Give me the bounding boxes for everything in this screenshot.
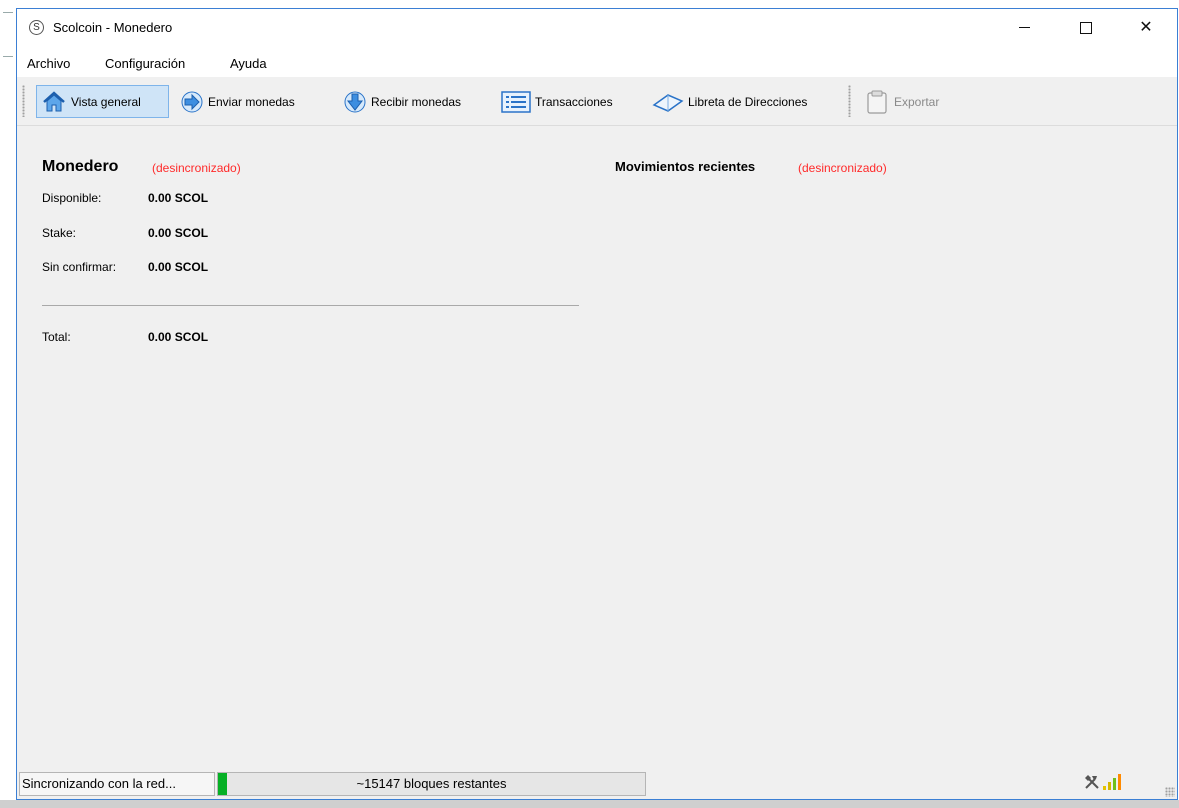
home-icon [43, 90, 65, 111]
toolbar-grip[interactable] [22, 85, 25, 117]
unconfirmed-value: 0.00 SCOL [148, 260, 209, 274]
arrow-down-icon [344, 91, 366, 112]
menu-archivo[interactable]: Archivo [27, 56, 70, 71]
wallet-title: Monedero [42, 158, 119, 175]
send-coins-button[interactable]: Enviar monedas [176, 85, 299, 118]
minimize-icon [1018, 27, 1030, 29]
title-bar[interactable]: S Scolcoin - Monedero ✕ [17, 9, 1177, 47]
minimize-button[interactable] [1001, 9, 1047, 47]
arrow-right-icon [181, 91, 203, 112]
receive-coins-label: Recibir monedas [371, 94, 462, 109]
wallet-sync-status[interactable]: (desincronizado) [152, 161, 241, 175]
export-label: Exportar [894, 94, 940, 109]
resize-grip[interactable] [1165, 787, 1175, 797]
window-title: Scolcoin - Monedero [53, 20, 173, 35]
available-label: Disponible: [42, 191, 102, 205]
receive-coins-button[interactable]: Recibir monedas [339, 85, 465, 118]
close-icon: ✕ [1139, 19, 1153, 36]
sync-progress-bar: ~15147 bloques restantes [217, 772, 646, 796]
sync-progress-text: ~15147 bloques restantes [356, 776, 507, 791]
stake-label: Stake: [42, 226, 77, 240]
status-bar: Sincronizando con la red... ~15147 bloqu… [17, 763, 1177, 799]
address-book-label: Libreta de Direcciones [688, 94, 808, 109]
signal-bars-icon[interactable] [1103, 774, 1121, 790]
transactions-label: Transacciones [535, 94, 613, 109]
recent-transactions-title: Movimientos recientes [615, 159, 756, 174]
maximize-icon [1080, 21, 1092, 34]
recent-sync-status[interactable]: (desincronizado) [798, 161, 887, 175]
export-button[interactable]: Exportar [860, 85, 943, 118]
menu-ayuda[interactable]: Ayuda [230, 56, 267, 71]
app-window: S Scolcoin - Monedero ✕ Archivo Configur… [16, 8, 1178, 800]
toolbar-separator [848, 85, 851, 117]
overview-button[interactable]: Vista general [36, 85, 169, 118]
staking-icon[interactable] [1084, 774, 1100, 790]
app-logo-icon: S [29, 20, 44, 35]
send-coins-label: Enviar monedas [208, 94, 295, 109]
balance-divider [42, 305, 579, 306]
menu-configuracion[interactable]: Configuración [105, 56, 185, 71]
available-value: 0.00 SCOL [148, 191, 209, 205]
total-label: Total: [42, 330, 71, 344]
overview-page: Monedero (desincronizado) Disponible: 0.… [17, 126, 1177, 763]
total-value: 0.00 SCOL [148, 330, 209, 344]
unconfirmed-label: Sin confirmar: [42, 260, 117, 274]
overview-label: Vista general [71, 94, 141, 109]
transactions-button[interactable]: Transacciones [497, 85, 617, 118]
address-book-icon [652, 93, 684, 112]
address-book-button[interactable]: Libreta de Direcciones [648, 85, 811, 118]
toolbar: Vista general Enviar monedas Recibir mon… [17, 77, 1177, 126]
desktop-background [0, 0, 16, 808]
menu-bar: Archivo Configuración Ayuda [17, 47, 1177, 77]
close-button[interactable]: ✕ [1123, 9, 1169, 47]
status-icons [1084, 774, 1121, 790]
taskbar-edge [0, 800, 1179, 808]
list-icon [501, 90, 531, 113]
sync-progress-fill [218, 773, 227, 795]
stake-value: 0.00 SCOL [148, 226, 209, 240]
maximize-button[interactable] [1063, 9, 1109, 47]
clipboard-icon [867, 90, 887, 114]
sync-status-text: Sincronizando con la red... [19, 772, 215, 796]
